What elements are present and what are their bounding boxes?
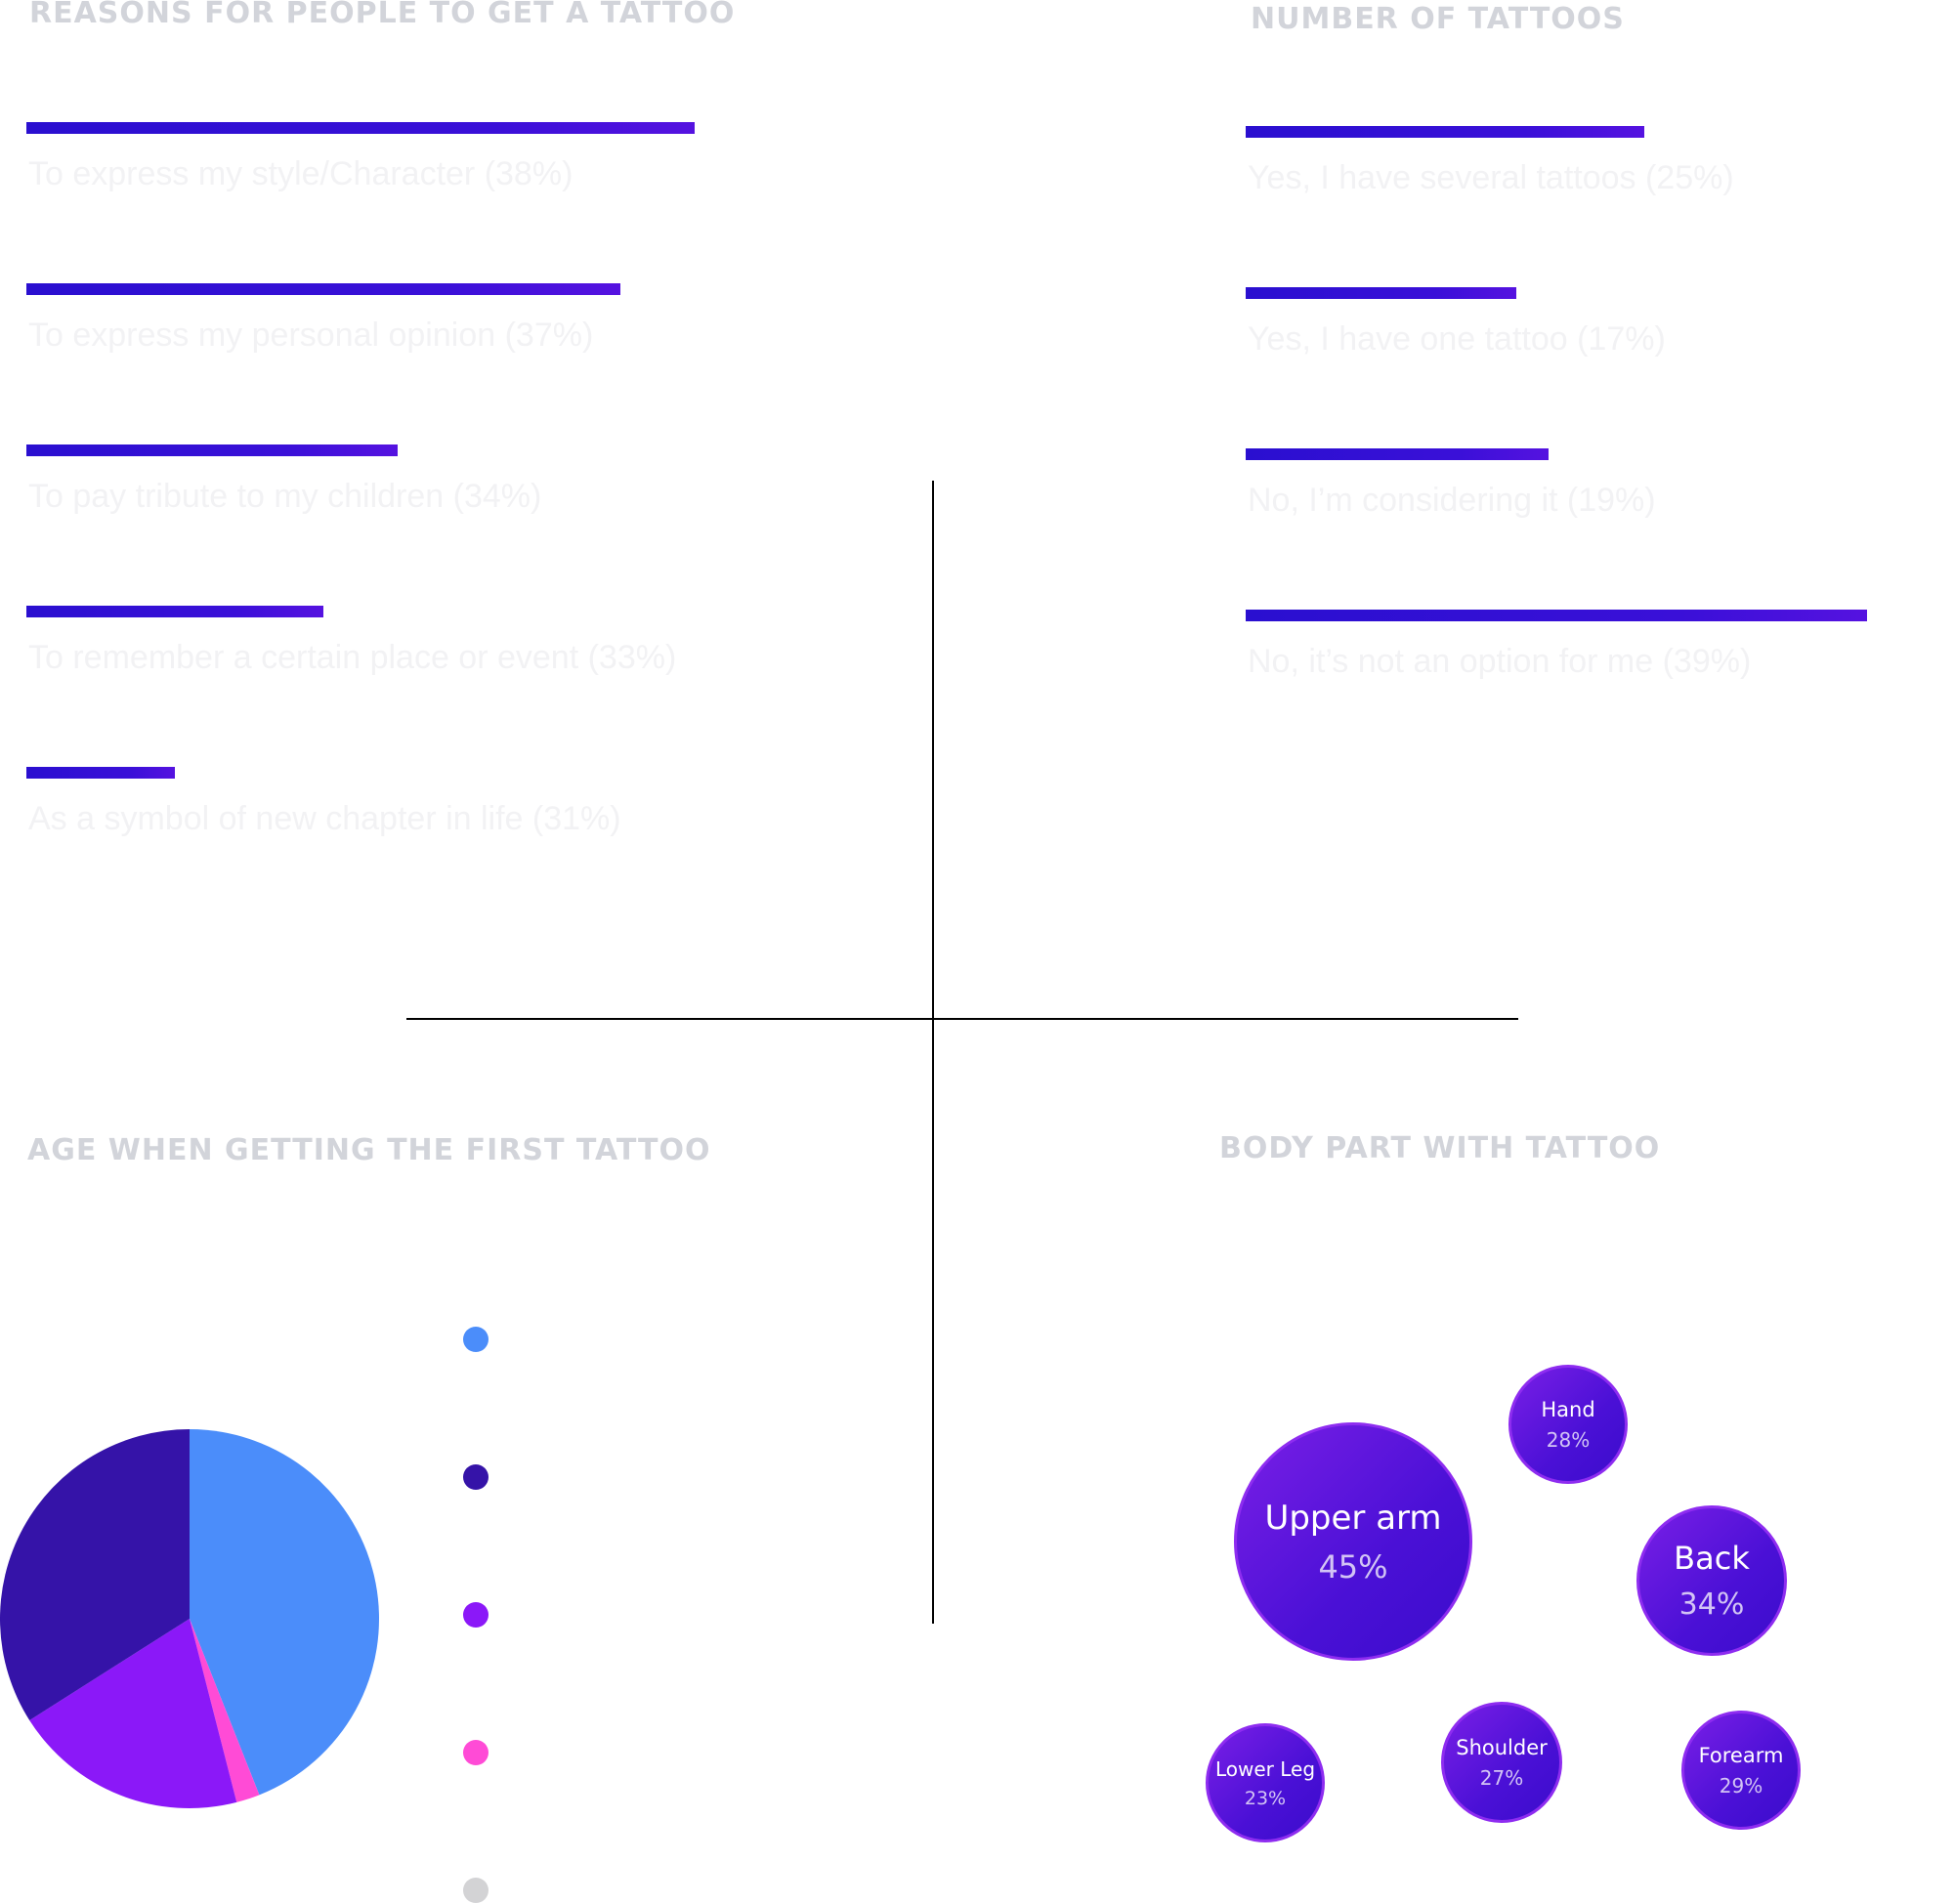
reasons-title: REASONS FOR PEOPLE TO GET A TATTOO	[29, 0, 736, 30]
bubble-3: Lower Leg 23%	[1206, 1723, 1325, 1842]
bar-label-1-2: No, I’m considering it (19%)	[1248, 482, 1656, 519]
bubble-name-5: Forearm	[1698, 1743, 1784, 1767]
bubble-name-3: Lower Leg	[1214, 1756, 1316, 1781]
bar-0-1	[26, 283, 620, 295]
legend-dot-3	[463, 1740, 488, 1765]
bubble-5: Forearm 29%	[1681, 1711, 1801, 1830]
bubble-value-2: 34%	[1678, 1587, 1745, 1622]
bar-label-0-2: To pay tribute to my children (34%)	[28, 478, 542, 515]
bubble-name-4: Shoulder	[1456, 1735, 1548, 1759]
bar-label-0-3: To remember a certain place or event (33…	[28, 639, 677, 676]
bubble-value-1: 28%	[1546, 1427, 1591, 1452]
bar-label-0-1: To express my personal opinion (37%)	[28, 317, 594, 354]
age-title: AGE WHEN GETTING THE FIRST TATTOO	[27, 1133, 711, 1167]
bubble-name-0: Upper arm	[1264, 1498, 1442, 1538]
bubble-4: Shoulder 27%	[1441, 1702, 1562, 1823]
number-title: NUMBER OF TATTOOS	[1251, 2, 1625, 36]
bar-label-1-0: Yes, I have several tattoos (25%)	[1248, 159, 1734, 196]
bubble-value-5: 29%	[1719, 1773, 1763, 1798]
bar-label-0-4: As a symbol of new chapter in life (31%)	[28, 800, 621, 837]
bubble-0: Upper arm 45%	[1234, 1422, 1472, 1661]
age-pie-chart	[0, 1429, 379, 1808]
bar-1-3	[1246, 610, 1867, 621]
bar-0-0	[26, 122, 695, 134]
bar-1-1	[1246, 287, 1517, 299]
bar-label-1-3: No, it’s not an option for me (39%)	[1248, 643, 1752, 680]
legend-dot-1	[463, 1464, 488, 1490]
legend-dot-4	[463, 1878, 488, 1903]
bubble-name-2: Back	[1674, 1540, 1750, 1577]
body-part-title: BODY PART WITH TATTOO	[1219, 1131, 1661, 1165]
bar-1-0	[1246, 126, 1644, 138]
bubble-value-0: 45%	[1318, 1547, 1388, 1586]
bar-1-2	[1246, 448, 1549, 460]
bubble-2: Back 34%	[1636, 1505, 1787, 1656]
bar-label-1-1: Yes, I have one tattoo (17%)	[1248, 320, 1666, 358]
bubble-name-1: Hand	[1541, 1397, 1595, 1421]
bubble-1: Hand 28%	[1508, 1365, 1628, 1484]
bar-label-0-0: To express my style/Character (38%)	[28, 155, 573, 192]
bubble-value-4: 27%	[1479, 1765, 1524, 1790]
vertical-divider	[932, 481, 934, 1624]
bar-0-4	[26, 767, 175, 779]
bar-0-2	[26, 444, 398, 456]
legend-dot-2	[463, 1602, 488, 1628]
bar-0-3	[26, 606, 323, 617]
bubble-value-3: 23%	[1244, 1787, 1287, 1809]
horizontal-divider	[406, 1018, 1518, 1020]
legend-dot-0	[463, 1327, 488, 1352]
